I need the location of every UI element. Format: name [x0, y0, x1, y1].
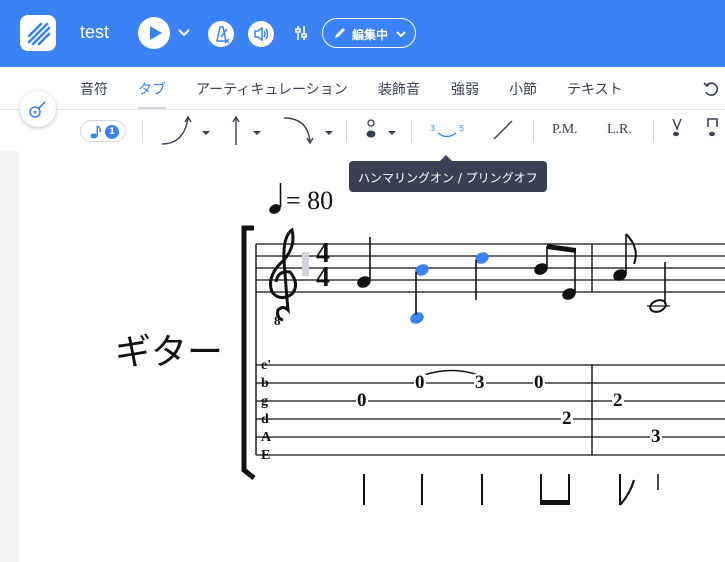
tab-number[interactable]: 0 — [533, 373, 545, 392]
string-name: b — [261, 376, 269, 391]
time-signature-bottom[interactable]: 4 — [316, 262, 330, 294]
string-name: E — [261, 448, 271, 463]
tab-number[interactable]: 3 — [650, 427, 662, 446]
score-notation — [241, 183, 725, 506]
tab-number[interactable]: 0 — [356, 391, 368, 410]
eighth-note-pair[interactable] — [532, 244, 577, 302]
instrument-name[interactable]: ギター — [115, 323, 223, 375]
tempo-marking[interactable]: = 80 — [286, 186, 333, 216]
note[interactable] — [647, 262, 670, 314]
string-name: g — [261, 394, 268, 409]
note[interactable] — [611, 233, 637, 283]
string-name: d — [261, 412, 269, 427]
note[interactable] — [355, 237, 372, 290]
tab-number[interactable]: 0 — [414, 373, 426, 392]
app-window: test 編集中 音符 タブ アーティキュレーション 装飾音 強弱 小節 テキス… — [0, 0, 725, 562]
tab-number[interactable]: 3 — [474, 373, 486, 392]
selected-chord[interactable] — [408, 262, 430, 326]
tooltip-text: ハンマリングオン / プリングオフ — [358, 171, 538, 185]
instrument-button[interactable] — [20, 91, 56, 127]
clef-octave-marker: 8 — [274, 313, 281, 328]
clef-placeholder — [302, 252, 309, 276]
tab-rhythm — [363, 474, 659, 505]
system-bracket — [241, 225, 256, 480]
string-name: e' — [261, 358, 272, 373]
tab-number[interactable]: 2 — [612, 391, 624, 410]
hammer-on-slur — [423, 369, 479, 376]
tab-number[interactable]: 2 — [561, 409, 573, 428]
guitar-icon — [29, 101, 46, 118]
tooltip: ハンマリングオン / プリングオフ — [349, 161, 547, 192]
string-name: A — [261, 430, 272, 445]
